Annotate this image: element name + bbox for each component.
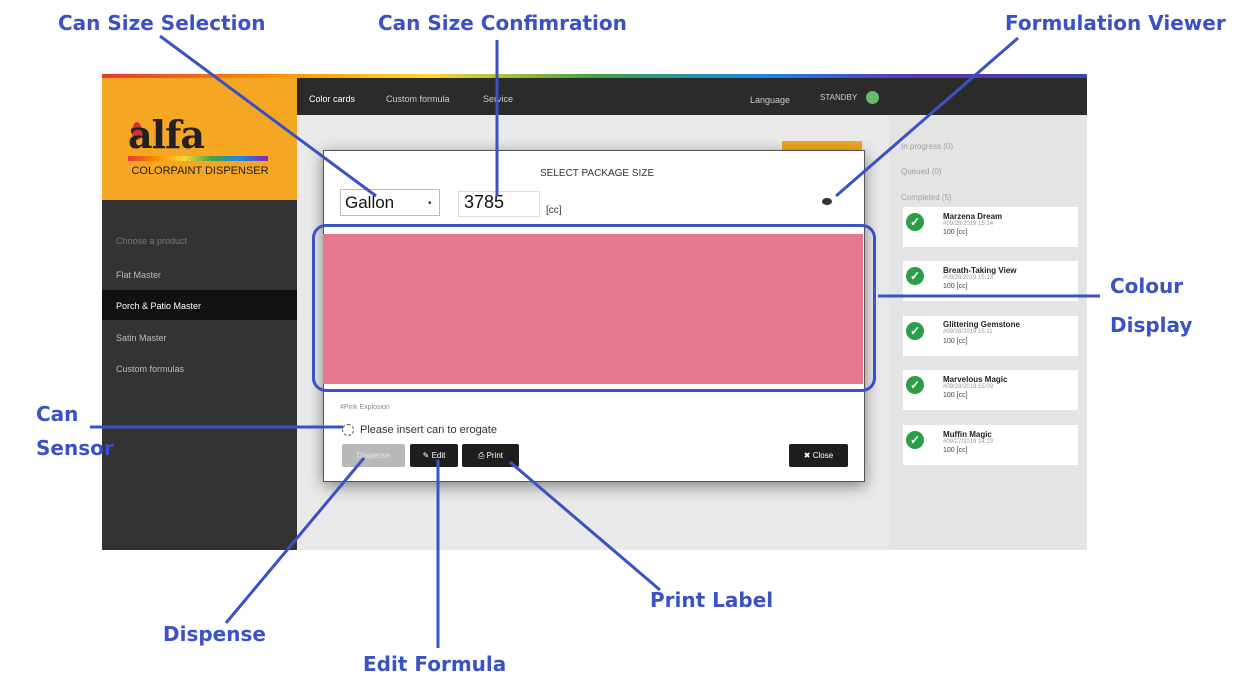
callout-dispense: Dispense [163,622,266,646]
callout-edit-formula: Edit Formula [363,652,507,676]
callout-can-size-selection: Can Size Selection [58,11,266,35]
callout-colour-display-line2: Display [1110,313,1193,337]
callout-print-label: Print Label [650,588,774,612]
annotation-lines [90,34,1100,648]
callout-can-size-confirmation: Can Size Confimration [378,11,627,35]
callout-can-sensor-line2: Sensor [36,436,114,460]
callout-formulation-viewer: Formulation Viewer [1005,11,1226,35]
callout-can-sensor-line1: Can [36,402,79,426]
callout-colour-display-line1: Colour [1110,274,1184,298]
